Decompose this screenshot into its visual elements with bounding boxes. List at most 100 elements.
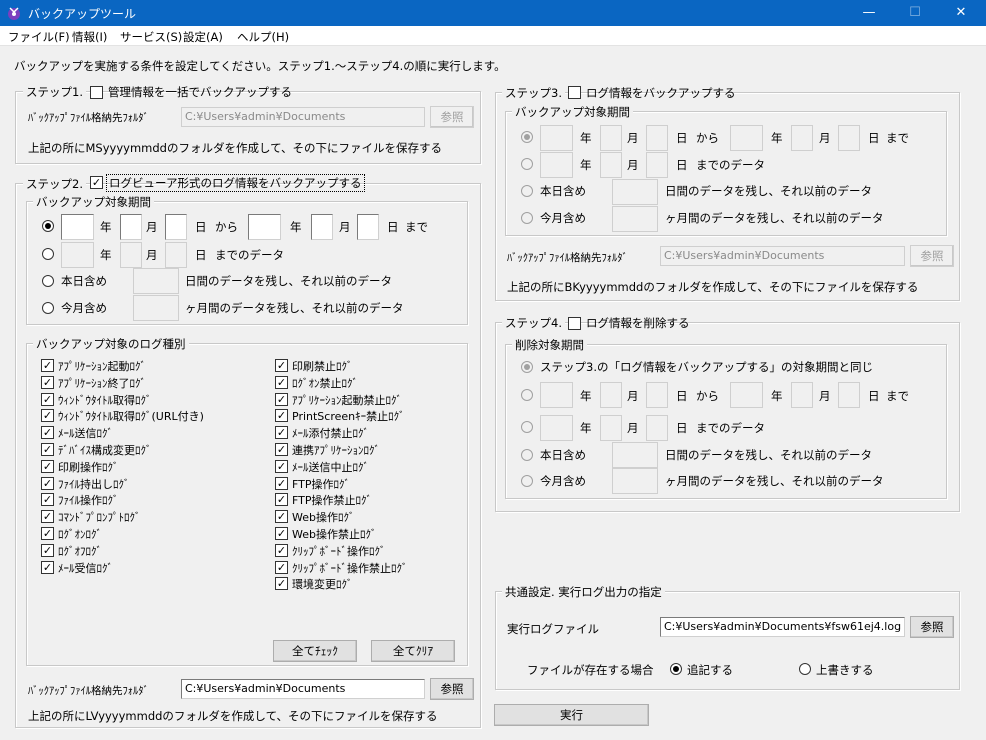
step2-from-year[interactable] xyxy=(61,214,94,240)
step4-range-radio[interactable] xyxy=(521,389,533,401)
menu-file[interactable]: ファイル(F) xyxy=(8,29,70,45)
log-type-checkbox[interactable]: ✓ xyxy=(275,459,288,473)
step4-until-radio[interactable] xyxy=(521,421,533,433)
step3-to-day[interactable] xyxy=(838,125,860,151)
step2-logtypes-title: バックアップ対象のログ種別 xyxy=(33,336,189,352)
step3-to-month[interactable] xyxy=(791,125,813,151)
step2-until-radio[interactable] xyxy=(42,248,54,260)
log-type-checkbox[interactable]: ✓ xyxy=(41,443,54,456)
step2-to-month[interactable] xyxy=(311,214,333,240)
run-button[interactable]: 実行 xyxy=(494,704,649,726)
menu-settings[interactable]: 設定(A) xyxy=(183,29,223,45)
log-type-checkbox[interactable]: ✓ xyxy=(41,493,54,507)
step2-days-input[interactable] xyxy=(133,268,179,294)
log-type-checkbox[interactable]: ✓ xyxy=(41,375,54,389)
step3-until-month[interactable] xyxy=(600,152,622,178)
step2-path-field[interactable]: C:¥Users¥admin¥Documents xyxy=(181,679,425,699)
step4-checkbox[interactable] xyxy=(568,317,581,330)
log-type-checkbox[interactable]: ✓ xyxy=(275,409,288,423)
log-type-checkbox[interactable]: ✓ xyxy=(275,493,288,507)
step4-to-year[interactable] xyxy=(730,382,763,408)
step4-from-year[interactable] xyxy=(540,382,573,408)
step1-browse-button[interactable]: 参照 xyxy=(430,106,474,128)
step2-checkbox[interactable]: ✓ xyxy=(90,176,103,189)
step2-until-year[interactable] xyxy=(61,242,94,268)
step3-until-day[interactable] xyxy=(646,152,668,178)
step3-from-month[interactable] xyxy=(600,125,622,151)
step4-until-year[interactable] xyxy=(540,415,573,441)
log-browse-button[interactable]: 参照 xyxy=(910,616,954,638)
step3-from-year[interactable] xyxy=(540,125,573,151)
step3-range-radio[interactable] xyxy=(521,131,533,143)
step2-months-radio[interactable] xyxy=(42,302,54,314)
step3-from-day[interactable] xyxy=(646,125,668,151)
log-type-checkbox[interactable]: ✓ xyxy=(41,560,54,574)
log-type-checkbox[interactable]: ✓ xyxy=(275,560,288,574)
log-type-checkbox[interactable]: ✓ xyxy=(275,359,288,372)
log-type-label: Web操作禁止ﾛｸﾞ xyxy=(292,528,377,541)
step4-from-day[interactable] xyxy=(646,382,668,408)
log-type-checkbox[interactable]: ✓ xyxy=(275,426,288,440)
step3-days-input[interactable] xyxy=(612,179,658,205)
step2-to-year[interactable] xyxy=(248,214,281,240)
step3-months-radio[interactable] xyxy=(521,212,533,224)
step4-until-month[interactable] xyxy=(600,415,622,441)
log-type-checkbox[interactable]: ✓ xyxy=(275,543,288,557)
log-type-checkbox[interactable]: ✓ xyxy=(41,476,54,490)
step3-to-year[interactable] xyxy=(730,125,763,151)
step3-checkbox[interactable] xyxy=(568,86,581,99)
maximize-button[interactable]: ☐ xyxy=(892,0,938,26)
step2-range-radio[interactable] xyxy=(42,220,54,232)
log-type-checkbox[interactable]: ✓ xyxy=(41,359,54,372)
step1-checkbox[interactable] xyxy=(90,86,103,99)
log-type-checkbox[interactable]: ✓ xyxy=(41,543,54,557)
log-type-checkbox[interactable]: ✓ xyxy=(41,527,54,540)
log-type-checkbox[interactable]: ✓ xyxy=(41,409,54,423)
log-type-checkbox[interactable]: ✓ xyxy=(275,577,288,591)
clear-all-button[interactable]: 全てｸﾘｱ xyxy=(371,640,455,662)
step2-from-day[interactable] xyxy=(165,214,187,240)
overwrite-radio[interactable] xyxy=(799,663,811,675)
log-type-checkbox[interactable]: ✓ xyxy=(275,375,288,389)
log-type-checkbox[interactable]: ✓ xyxy=(275,392,288,406)
step4-until-day[interactable] xyxy=(646,415,668,441)
step3-path-field[interactable]: C:¥Users¥admin¥Documents xyxy=(660,246,905,266)
step2-until-month[interactable] xyxy=(120,242,142,268)
step2-until-day[interactable] xyxy=(165,242,187,268)
step3-days-radio[interactable] xyxy=(521,185,533,197)
step4-months-input[interactable] xyxy=(612,468,658,494)
step3-browse-button[interactable]: 参照 xyxy=(910,245,954,267)
step4-same-radio[interactable] xyxy=(521,361,533,373)
step2-to-day[interactable] xyxy=(357,214,379,240)
log-type-checkbox[interactable]: ✓ xyxy=(41,392,54,406)
step4-days-input[interactable] xyxy=(612,442,658,468)
step4-days-radio[interactable] xyxy=(521,449,533,461)
step1-path-field[interactable]: C:¥Users¥admin¥Documents xyxy=(181,107,425,127)
step4-to-day[interactable] xyxy=(838,382,860,408)
menu-service[interactable]: サービス(S) xyxy=(120,29,182,45)
step3-until-radio[interactable] xyxy=(521,158,533,170)
log-type-checkbox[interactable]: ✓ xyxy=(275,510,288,524)
step2-days-radio[interactable] xyxy=(42,275,54,287)
check-all-button[interactable]: 全てﾁｪｯｸ xyxy=(273,640,357,662)
log-type-checkbox[interactable]: ✓ xyxy=(275,476,288,490)
log-type-checkbox[interactable]: ✓ xyxy=(41,426,54,440)
step4-to-month[interactable] xyxy=(791,382,813,408)
log-type-checkbox[interactable]: ✓ xyxy=(41,510,54,524)
step4-from-month[interactable] xyxy=(600,382,622,408)
step3-until-year[interactable] xyxy=(540,152,573,178)
minimize-button[interactable]: — xyxy=(846,0,892,26)
menu-help[interactable]: ヘルプ(H) xyxy=(237,29,289,45)
log-type-checkbox[interactable]: ✓ xyxy=(275,527,288,540)
log-type-checkbox[interactable]: ✓ xyxy=(41,459,54,473)
log-file-field[interactable]: C:¥Users¥admin¥Documents¥fsw61ej4.log xyxy=(660,617,905,637)
step2-from-month[interactable] xyxy=(120,214,142,240)
append-radio[interactable] xyxy=(670,663,682,675)
close-button[interactable]: ✕ xyxy=(938,0,984,26)
menu-info[interactable]: 情報(I) xyxy=(72,29,107,45)
step4-months-radio[interactable] xyxy=(521,475,533,487)
step2-browse-button[interactable]: 参照 xyxy=(430,678,474,700)
log-type-checkbox[interactable]: ✓ xyxy=(275,443,288,456)
step3-months-input[interactable] xyxy=(612,206,658,232)
step2-months-input[interactable] xyxy=(133,295,179,321)
